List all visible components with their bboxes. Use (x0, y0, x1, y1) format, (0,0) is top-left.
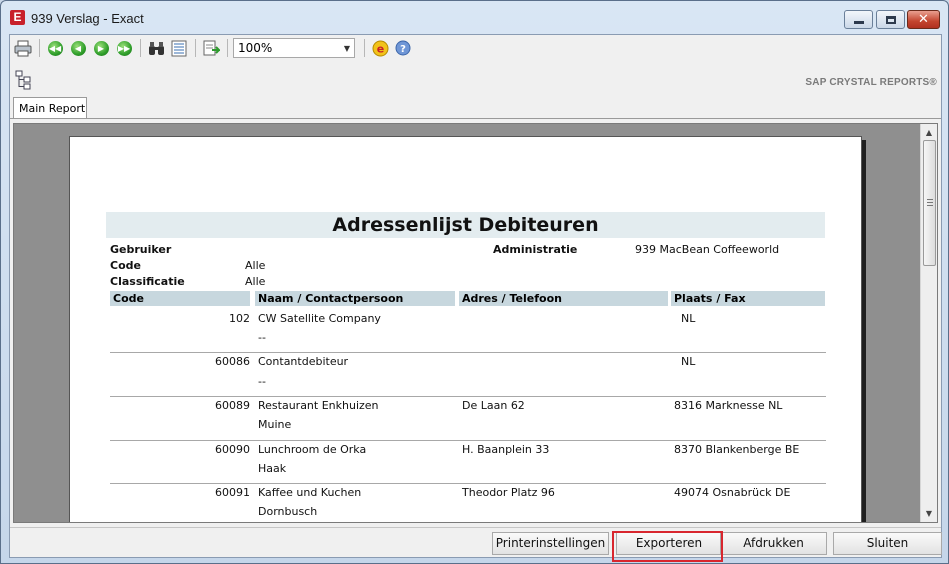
previous-page-icon: ◀ (70, 40, 86, 56)
next-page-button[interactable]: ▶ (91, 38, 111, 58)
row-code: 60091 (215, 486, 250, 499)
zoom-value: 100% (238, 41, 273, 55)
param-classificatie-label: Classificatie (110, 275, 185, 288)
grip-icon (927, 199, 933, 206)
group-tree-button[interactable] (169, 38, 189, 58)
row-contact: -- (258, 331, 266, 344)
row-naam: Lunchroom de Orka (258, 443, 367, 456)
next-page-icon: ▶ (93, 40, 109, 56)
last-page-icon: ▶▶ (116, 40, 132, 56)
row-contact: Haak (258, 462, 287, 475)
title-bar[interactable]: E 939 Verslag - Exact ✕ (1, 1, 948, 35)
row-contact: Muine (258, 418, 292, 431)
scroll-down-arrow-icon[interactable]: ▼ (921, 505, 937, 522)
param-classificatie-value: Alle (245, 275, 266, 288)
column-header-code: Code (110, 291, 250, 306)
row-adres: H. Baanplein 33 (462, 443, 550, 456)
row-code: 60086 (215, 355, 250, 368)
group-tree-icon (171, 40, 187, 56)
toolbar-separator (39, 39, 40, 57)
close-icon: ✕ (918, 12, 929, 27)
row-code: 102 (229, 312, 250, 325)
row-code: 60089 (215, 399, 250, 412)
help-icon: ? (395, 40, 411, 56)
report-page: Adressenlijst Debiteuren Gebruiker Code … (69, 136, 862, 522)
row-separator (110, 396, 826, 397)
exact-icon: e (372, 40, 388, 56)
column-header-plaats: Plaats / Fax (671, 291, 825, 306)
toolbar-separator (227, 39, 228, 57)
vertical-scrollbar[interactable]: ▲ ▼ (920, 124, 937, 522)
printer-settings-button[interactable]: Printerinstellingen (492, 532, 609, 555)
row-naam: Kaffee und Kuchen (258, 486, 362, 499)
row-naam: CW Satellite Company (258, 312, 381, 325)
column-header-adres: Adres / Telefoon (459, 291, 668, 306)
svg-text:?: ? (400, 44, 406, 55)
report-window: E 939 Verslag - Exact ✕ ◀◀ ◀ ▶ ▶▶ 100% ▼… (0, 0, 949, 564)
print-report-button[interactable]: Afdrukken (720, 532, 827, 555)
maximize-icon (885, 15, 896, 24)
param-code-label: Code (110, 259, 141, 272)
help-button[interactable]: ? (393, 38, 413, 58)
find-icon (148, 41, 164, 55)
param-gebruiker-label: Gebruiker (110, 243, 172, 256)
exact-button[interactable]: e (370, 38, 390, 58)
row-naam: Restaurant Enkhuizen (258, 399, 379, 412)
toggle-group-tree-button[interactable] (13, 69, 35, 91)
viewer-toolbar: ◀◀ ◀ ▶ ▶▶ 100% ▼ e ? (10, 35, 941, 61)
exact-app-icon: E (10, 10, 25, 25)
minimize-button[interactable] (844, 10, 873, 29)
row-separator (110, 440, 826, 441)
tab-divider (10, 118, 941, 119)
first-page-icon: ◀◀ (47, 40, 63, 56)
last-page-button[interactable]: ▶▶ (114, 38, 134, 58)
scrollbar-thumb[interactable] (923, 140, 936, 266)
row-naam: Contantdebiteur (258, 355, 349, 368)
window-title: 939 Verslag - Exact (31, 11, 144, 26)
row-plaats: 8370 Blankenberge BE (674, 443, 800, 456)
window-client-area: ◀◀ ◀ ▶ ▶▶ 100% ▼ e ? SAP CRYSTAL REPORTS… (9, 34, 942, 562)
row-code: 60090 (215, 443, 250, 456)
param-administratie-label: Administratie (493, 243, 578, 256)
row-separator (110, 483, 826, 484)
row-contact: -- (258, 375, 266, 388)
close-window-button[interactable]: ✕ (907, 10, 940, 29)
print-button[interactable] (13, 38, 33, 58)
previous-page-button[interactable]: ◀ (68, 38, 88, 58)
row-plaats: NL (681, 355, 696, 368)
export-button-highlight (612, 531, 723, 562)
close-button[interactable]: Sluiten (833, 532, 942, 555)
param-administratie-value: 939 MacBean Coffeeworld (635, 243, 780, 256)
row-separator (110, 352, 826, 353)
zoom-select[interactable]: 100% ▼ (233, 38, 355, 58)
toolbar-separator (195, 39, 196, 57)
report-viewport[interactable]: Adressenlijst Debiteuren Gebruiker Code … (13, 123, 938, 523)
param-code-value: Alle (245, 259, 266, 272)
row-adres: De Laan 62 (462, 399, 525, 412)
toolbar-separator (140, 39, 141, 57)
viewer-header: SAP CRYSTAL REPORTS® (10, 65, 941, 98)
printer-icon (14, 40, 32, 56)
first-page-button[interactable]: ◀◀ (45, 38, 65, 58)
row-plaats: NL (681, 312, 696, 325)
column-header-naam: Naam / Contactpersoon (255, 291, 455, 306)
row-adres: Theodor Platz 96 (462, 486, 555, 499)
tab-main-report[interactable]: Main Report (13, 97, 87, 119)
button-bar: Printerinstellingen Exporteren Afdrukken… (10, 527, 942, 557)
toolbar-separator (364, 39, 365, 57)
row-contact: Dornbusch (258, 505, 318, 518)
maximize-button[interactable] (876, 10, 905, 29)
group-tree-toggle-icon (15, 70, 31, 90)
svg-text:e: e (376, 42, 383, 55)
crystal-reports-brand: SAP CRYSTAL REPORTS® (805, 77, 937, 88)
export-toolbar-button[interactable] (201, 38, 221, 58)
report-title: Adressenlijst Debiteuren (106, 212, 825, 238)
chevron-down-icon: ▼ (343, 43, 350, 53)
row-plaats: 8316 Marknesse NL (674, 399, 783, 412)
export-icon (203, 40, 220, 55)
scroll-up-arrow-icon[interactable]: ▲ (921, 124, 937, 141)
minimize-icon (853, 21, 864, 24)
find-button[interactable] (146, 38, 166, 58)
row-plaats: 49074 Osnabrück DE (674, 486, 791, 499)
